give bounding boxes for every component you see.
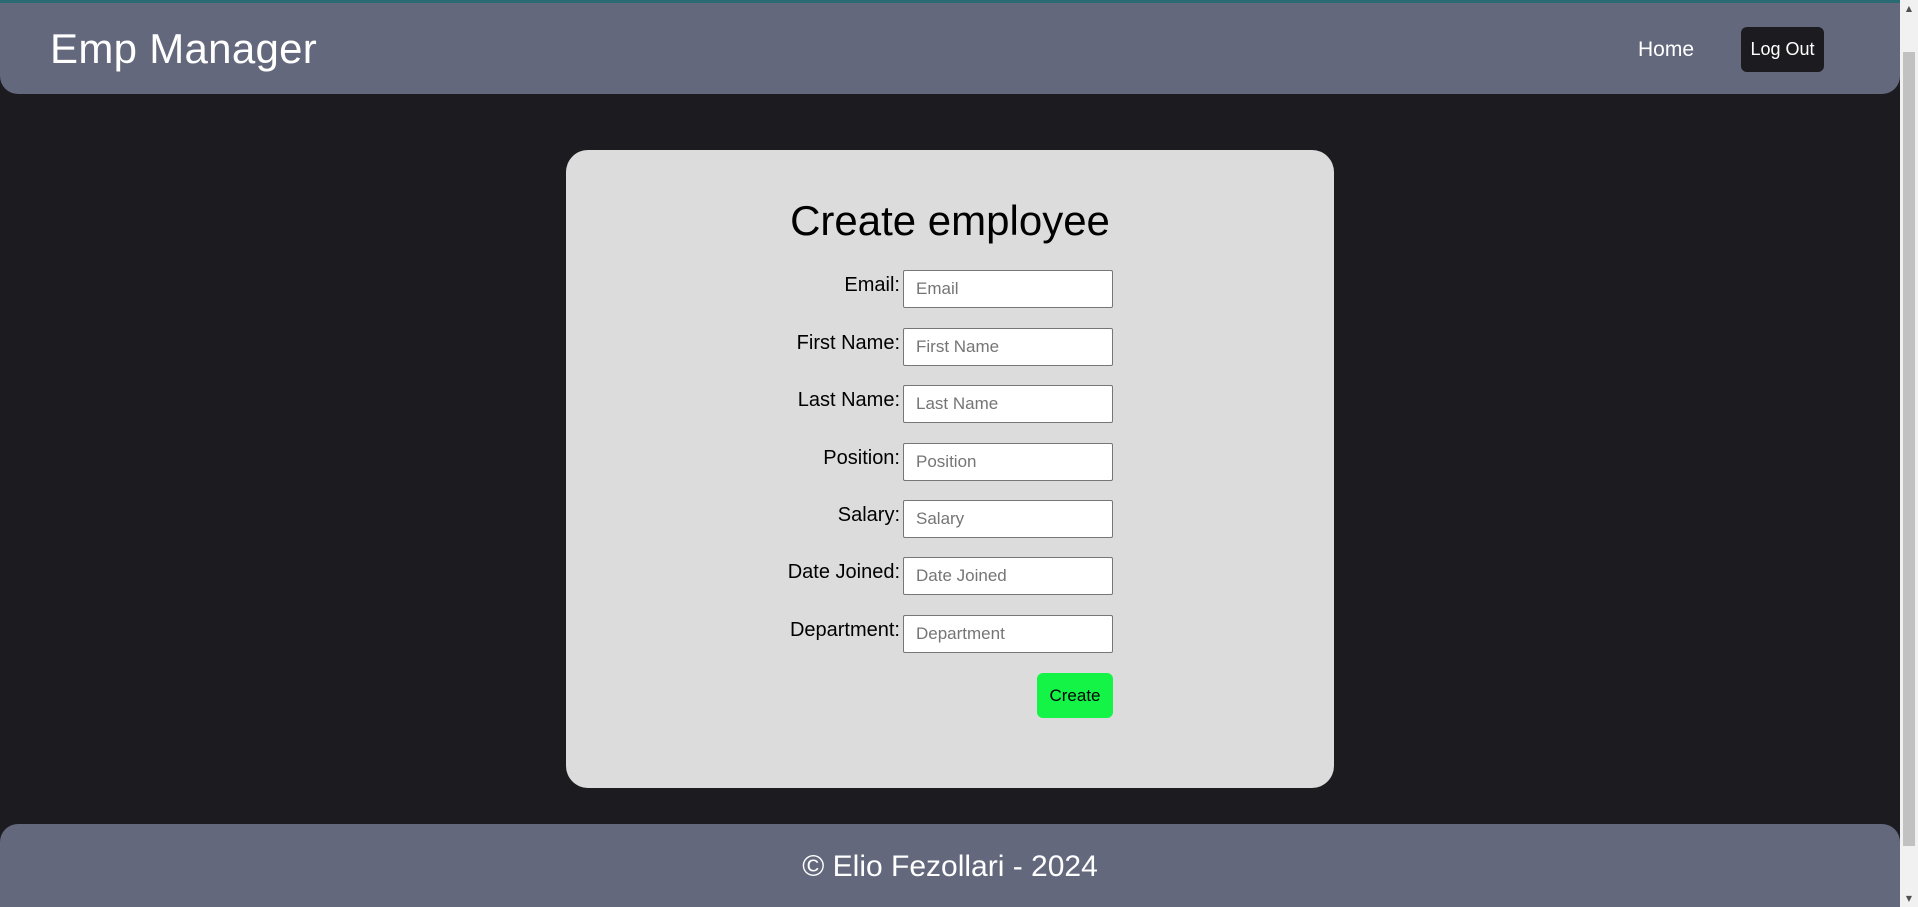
date-joined-row: Date Joined: — [566, 557, 1334, 595]
email-row: Email: — [566, 270, 1334, 308]
first-name-label: First Name: — [796, 332, 900, 354]
footer: © Elio Fezollari - 2024 — [0, 824, 1900, 907]
last-name-label: Last Name: — [797, 389, 900, 411]
first-name-row: First Name: — [566, 328, 1334, 366]
last-name-field[interactable] — [903, 385, 1113, 423]
create-employee-card: Create employee Email: First Name: Last … — [566, 150, 1334, 788]
first-name-field[interactable] — [903, 328, 1113, 366]
position-label: Position: — [823, 447, 900, 469]
department-field[interactable] — [903, 615, 1113, 653]
salary-field[interactable] — [903, 500, 1113, 538]
department-row: Department: — [566, 615, 1334, 653]
position-field[interactable] — [903, 443, 1113, 481]
page-title: Create employee — [790, 197, 1110, 244]
scroll-down-arrow-icon[interactable]: ▼ — [1900, 890, 1918, 907]
salary-row: Salary: — [566, 500, 1334, 538]
vertical-scrollbar[interactable]: ▲ ▼ — [1900, 0, 1918, 907]
create-button[interactable]: Create — [1037, 673, 1113, 718]
brand-title[interactable]: Emp Manager — [50, 25, 317, 73]
scrollbar-thumb[interactable] — [1903, 52, 1915, 846]
navbar: Emp Manager Home Log Out — [0, 3, 1900, 94]
email-field[interactable] — [903, 270, 1113, 308]
scroll-up-arrow-icon[interactable]: ▲ — [1900, 0, 1918, 17]
nav-home-link[interactable]: Home — [1638, 38, 1694, 62]
position-row: Position: — [566, 443, 1334, 481]
date-joined-field[interactable] — [903, 557, 1113, 595]
department-label: Department: — [789, 619, 900, 641]
copyright-text: © Elio Fezollari - 2024 — [802, 850, 1098, 883]
logout-button[interactable]: Log Out — [1741, 27, 1824, 72]
date-joined-label: Date Joined: — [787, 561, 900, 583]
salary-label: Salary: — [837, 504, 900, 526]
email-label: Email: — [844, 274, 900, 296]
page: Emp Manager Home Log Out Create employee… — [0, 0, 1918, 907]
last-name-row: Last Name: — [566, 385, 1334, 423]
